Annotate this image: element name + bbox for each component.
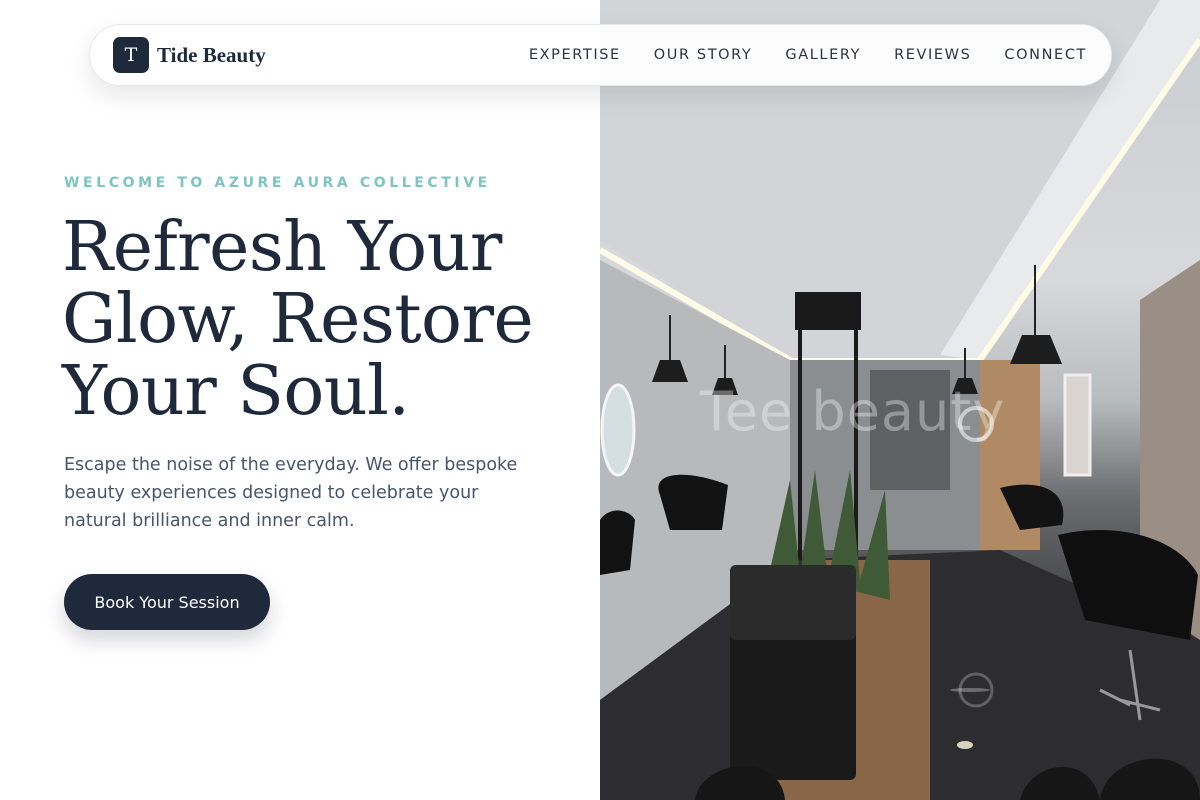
hero-eyebrow: WELCOME TO AZURE AURA COLLECTIVE bbox=[64, 175, 491, 191]
top-navbar: T Tide Beauty EXPERTISE OUR STORY GALLER… bbox=[89, 24, 1112, 86]
headline-line: Your Soul. bbox=[62, 352, 410, 431]
nav-link-reviews[interactable]: REVIEWS bbox=[894, 47, 971, 63]
brand-mark-icon: T bbox=[113, 37, 149, 73]
hero-description: Escape the noise of the everyday. We off… bbox=[64, 455, 518, 531]
image-watermark: Tee beauty bbox=[700, 380, 1006, 443]
headline-line: Glow, Restore bbox=[62, 280, 534, 359]
book-session-button[interactable]: Book Your Session bbox=[64, 574, 270, 630]
headline-line: Refresh Your bbox=[62, 208, 502, 287]
hero-headline: Refresh Your Glow, Restore Your Soul. bbox=[62, 212, 582, 428]
nav-link-expertise[interactable]: EXPERTISE bbox=[529, 47, 621, 63]
nav-links: EXPERTISE OUR STORY GALLERY REVIEWS CONN… bbox=[529, 47, 1087, 63]
nav-link-gallery[interactable]: GALLERY bbox=[785, 47, 861, 63]
brand-logo[interactable]: T Tide Beauty bbox=[113, 37, 266, 73]
nav-link-connect[interactable]: CONNECT bbox=[1004, 47, 1087, 63]
brand-name: Tide Beauty bbox=[157, 42, 266, 67]
nav-link-our-story[interactable]: OUR STORY bbox=[654, 47, 753, 63]
hero-salon-image: Tee beauty bbox=[600, 0, 1200, 800]
